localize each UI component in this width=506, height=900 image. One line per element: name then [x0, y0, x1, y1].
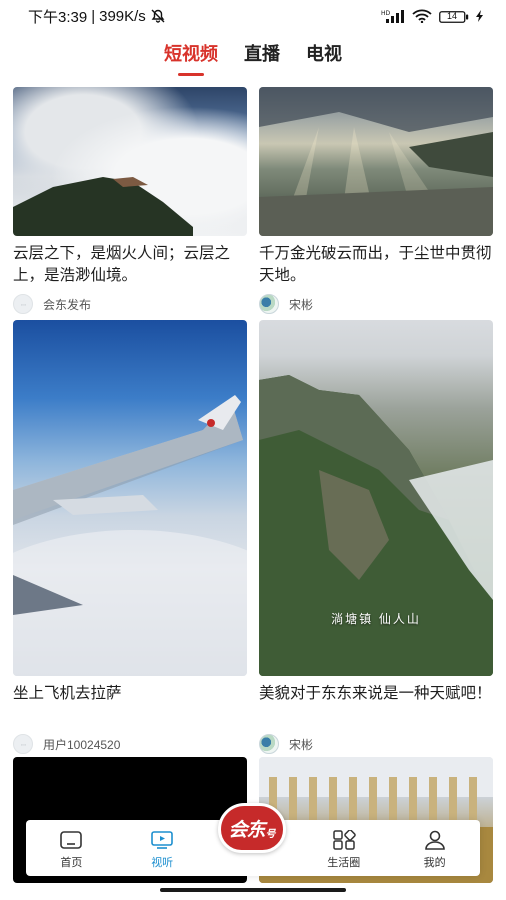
video-title[interactable]: 千万金光破云而出，于尘世中贯彻天地。 — [259, 243, 493, 287]
video-card[interactable]: 淌塘镇 仙人山 美貌对于东东来说是一种天赋吧！ 宋彬 — [259, 320, 493, 754]
avatar[interactable] — [13, 734, 33, 754]
battery-icon: 14 — [439, 10, 469, 23]
video-thumbnail[interactable] — [13, 87, 247, 236]
nav-audiovisual-label: 视听 — [151, 857, 174, 869]
video-overlay-caption: 淌塘镇 仙人山 — [331, 612, 421, 626]
avatar[interactable] — [259, 294, 279, 314]
charging-icon — [476, 10, 484, 22]
tv-icon — [151, 831, 173, 849]
huidong-logo-button[interactable]: 会东 号 — [218, 803, 286, 853]
nav-home[interactable]: 首页 — [26, 830, 117, 870]
author-name[interactable]: 用户10024520 — [43, 736, 120, 753]
top-tabs: 短视频 直播 电视 — [0, 40, 506, 76]
author-name[interactable]: 宋彬 — [289, 296, 313, 313]
author-name[interactable]: 宋彬 — [289, 736, 313, 753]
video-meta: 用户10024520 — [13, 734, 247, 754]
tab-live[interactable]: 直播 — [244, 40, 280, 76]
status-right: HD 14 — [381, 9, 484, 23]
avatar[interactable] — [259, 734, 279, 754]
home-indicator[interactable] — [160, 888, 346, 892]
logo-text-small: 号 — [265, 828, 276, 840]
avatar[interactable] — [13, 294, 33, 314]
battery-level: 14 — [446, 11, 457, 21]
signal-icon: HD — [381, 9, 405, 23]
video-card[interactable]: 千万金光破云而出，于尘世中贯彻天地。 宋彬 — [259, 87, 493, 314]
video-thumbnail[interactable] — [259, 87, 493, 236]
video-card[interactable]: 坐上飞机去拉萨 用户10024520 — [13, 320, 247, 754]
tab-short-video[interactable]: 短视频 — [164, 40, 218, 76]
nav-mine[interactable]: 我的 — [389, 830, 480, 870]
video-thumbnail[interactable] — [13, 320, 247, 676]
author-name[interactable]: 会东发布 — [43, 296, 91, 313]
mute-icon — [150, 8, 166, 24]
video-meta: 会东发布 — [13, 294, 247, 314]
video-title[interactable]: 坐上飞机去拉萨 — [13, 683, 247, 727]
grid-icon — [333, 830, 356, 850]
video-card[interactable]: 云层之下，是烟火人间；云层之上，是浩渺仙境。 会东发布 — [13, 87, 247, 314]
video-title[interactable]: 云层之下，是烟火人间；云层之上，是浩渺仙境。 — [13, 243, 247, 287]
video-meta: 宋彬 — [259, 294, 493, 314]
nav-life-circle-label: 生活圈 — [327, 857, 361, 869]
status-left: 下午3:39 | 399K/s — [28, 6, 166, 27]
network-speed: 399K/s — [99, 7, 146, 25]
nav-mine-label: 我的 — [423, 857, 446, 869]
wifi-icon — [412, 9, 432, 23]
person-icon — [424, 830, 445, 850]
video-meta: 宋彬 — [259, 734, 493, 754]
status-separator: | — [91, 7, 96, 25]
nav-home-label: 首页 — [60, 857, 83, 869]
nav-life-circle[interactable]: 生活圈 — [298, 830, 389, 870]
status-bar: 下午3:39 | 399K/s HD 14 — [0, 0, 506, 32]
video-title[interactable]: 美貌对于东东来说是一种天赋吧！ — [259, 683, 493, 727]
tab-tv[interactable]: 电视 — [306, 40, 342, 76]
status-time: 下午3:39 — [28, 8, 88, 26]
nav-audiovisual[interactable]: 视听 — [117, 830, 208, 870]
logo-text: 会东 — [228, 818, 265, 841]
network-type: HD — [381, 10, 391, 17]
home-icon — [60, 831, 83, 849]
video-thumbnail[interactable]: 淌塘镇 仙人山 — [259, 320, 493, 676]
